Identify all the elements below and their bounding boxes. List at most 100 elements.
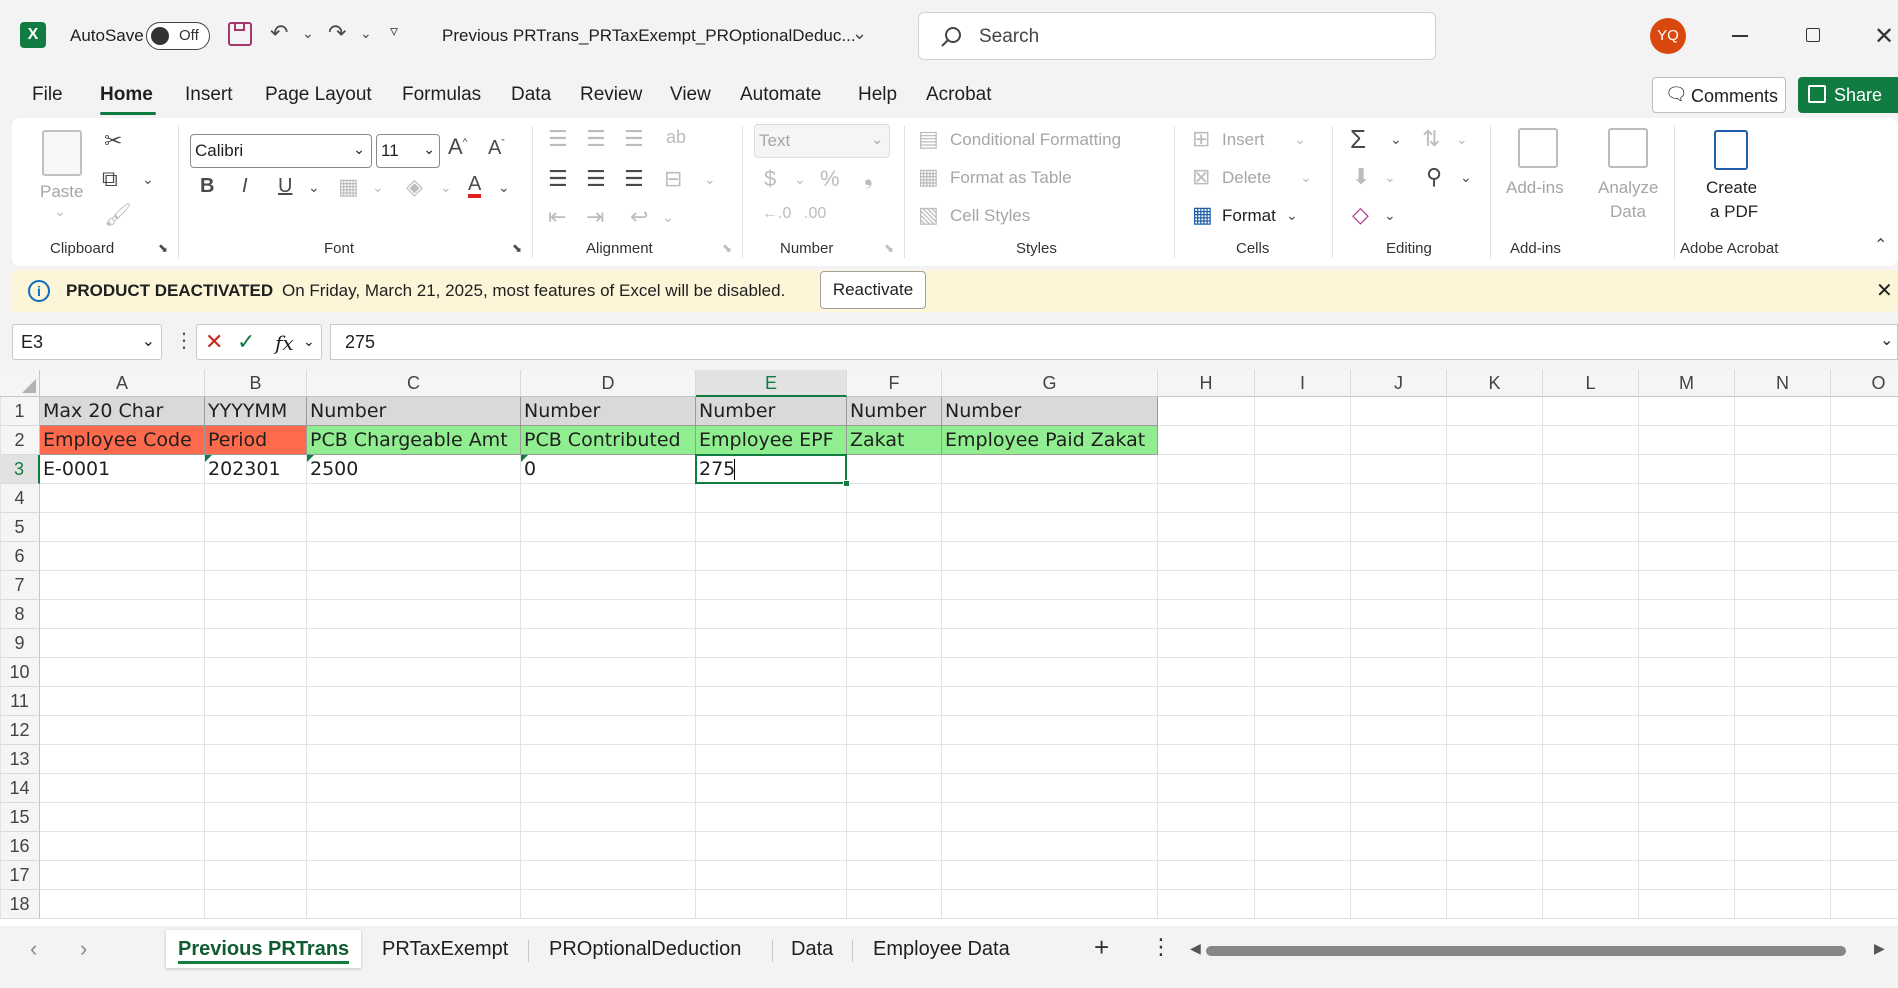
- currency-dropdown-icon[interactable]: ⌄: [794, 172, 806, 186]
- font-color-dropdown-icon[interactable]: ⌄: [498, 180, 510, 194]
- share-button[interactable]: Share: [1798, 77, 1898, 113]
- undo-dropdown-icon[interactable]: ⌄: [302, 26, 314, 40]
- clear-icon[interactable]: ◇: [1352, 204, 1369, 226]
- scroll-right-icon[interactable]: ▶: [1874, 940, 1885, 957]
- sort-dropdown-icon[interactable]: ⌄: [1456, 132, 1468, 146]
- decrease-indent-icon[interactable]: ⇤: [548, 206, 566, 228]
- format-as-table-button[interactable]: Format as Table: [950, 168, 1072, 188]
- fill-icon[interactable]: ⬇: [1352, 166, 1370, 188]
- row-header-13[interactable]: 13: [0, 745, 40, 774]
- increase-indent-icon[interactable]: ⇥: [586, 206, 604, 228]
- percent-icon[interactable]: %: [820, 168, 840, 190]
- redo-dropdown-icon[interactable]: ⌄: [360, 26, 372, 40]
- column-header-n[interactable]: N: [1735, 370, 1831, 397]
- row-header-16[interactable]: 16: [0, 832, 40, 861]
- copy-icon[interactable]: ⧉: [102, 168, 118, 190]
- align-middle-icon[interactable]: ☰: [586, 128, 606, 150]
- scroll-left-icon[interactable]: ◀: [1190, 940, 1201, 957]
- customize-toolbar-icon[interactable]: ▿: [390, 24, 398, 40]
- create-pdf-label-1[interactable]: Create: [1706, 178, 1757, 198]
- search-box[interactable]: Search: [918, 12, 1436, 60]
- column-header-g[interactable]: G: [942, 370, 1158, 397]
- row-header-7[interactable]: 7: [0, 571, 40, 600]
- cell-a1[interactable]: Max 20 Char: [40, 397, 205, 426]
- row-header-5[interactable]: 5: [0, 513, 40, 542]
- borders-icon[interactable]: ▦: [338, 176, 359, 198]
- select-all-corner[interactable]: [0, 370, 40, 397]
- user-avatar[interactable]: YQ: [1650, 18, 1686, 54]
- cell-b1[interactable]: YYYYMM: [205, 397, 307, 426]
- conditional-formatting-button[interactable]: Conditional Formatting: [950, 130, 1121, 150]
- align-bottom-icon[interactable]: ☰: [624, 128, 644, 150]
- restore-icon[interactable]: [1806, 28, 1820, 42]
- tab-home[interactable]: Home: [100, 84, 153, 106]
- row-header-6[interactable]: 6: [0, 542, 40, 571]
- expand-formula-icon[interactable]: ⌄: [1880, 330, 1893, 350]
- column-header-j[interactable]: J: [1351, 370, 1447, 397]
- format-cells-icon[interactable]: ▦: [1192, 204, 1213, 226]
- cell-a3[interactable]: E-0001: [40, 455, 205, 484]
- cell-c1[interactable]: Number: [307, 397, 521, 426]
- find-select-icon[interactable]: ⚲: [1426, 166, 1442, 188]
- underline-icon[interactable]: U: [278, 176, 292, 196]
- analyze-data-label-2[interactable]: Data: [1610, 202, 1646, 222]
- cell-e2[interactable]: Employee EPF: [696, 426, 847, 455]
- number-as-text-indicator[interactable]: [307, 455, 314, 462]
- align-center-icon[interactable]: ☰: [586, 168, 606, 190]
- find-dropdown-icon[interactable]: ⌄: [1460, 170, 1472, 184]
- increase-font-icon[interactable]: A^: [448, 136, 467, 158]
- title-dropdown-icon[interactable]: ⌄: [852, 24, 867, 42]
- row-header-12[interactable]: 12: [0, 716, 40, 745]
- cell-c2[interactable]: PCB Chargeable Amt: [307, 426, 521, 455]
- paste-dropdown-icon[interactable]: ⌄: [54, 204, 66, 218]
- tab-formulas[interactable]: Formulas: [402, 84, 481, 106]
- insert-cells-icon[interactable]: ⊞: [1192, 128, 1210, 150]
- decrease-font-icon[interactable]: Aˇ: [488, 138, 505, 158]
- copy-dropdown-icon[interactable]: ⌄: [142, 172, 154, 186]
- autosum-icon[interactable]: Σ: [1350, 126, 1366, 152]
- cell-b2[interactable]: Period: [205, 426, 307, 455]
- fill-color-icon[interactable]: ◈: [406, 176, 423, 198]
- column-header-b[interactable]: B: [205, 370, 307, 397]
- row-header-1[interactable]: 1: [0, 397, 40, 426]
- create-pdf-icon[interactable]: [1714, 130, 1748, 170]
- alignment-launcher-icon[interactable]: ⬊: [722, 242, 732, 254]
- tab-acrobat[interactable]: Acrobat: [926, 84, 991, 106]
- sheet-tab-proptionaldeduction[interactable]: PROptionalDeduction: [537, 930, 753, 968]
- fill-handle[interactable]: [843, 480, 850, 487]
- sheet-tab-prtaxexempt[interactable]: PRTaxExempt: [370, 930, 520, 968]
- scroll-tabs-left-icon[interactable]: ‹: [30, 936, 37, 962]
- autosum-dropdown-icon[interactable]: ⌄: [1390, 132, 1402, 146]
- formula-input[interactable]: 275: [330, 324, 1898, 360]
- bold-icon[interactable]: B: [200, 176, 214, 196]
- close-infobar-icon[interactable]: ✕: [1876, 278, 1893, 303]
- document-title[interactable]: Previous PRTrans_PRTaxExempt_PROptionalD…: [442, 26, 856, 46]
- wrap-text-icon[interactable]: ↩: [630, 206, 648, 228]
- cell-d1[interactable]: Number: [521, 397, 696, 426]
- more-options-icon[interactable]: ⋮: [174, 328, 194, 353]
- tab-view[interactable]: View: [670, 84, 711, 106]
- paste-label[interactable]: Paste: [40, 182, 83, 202]
- addins-button[interactable]: Add-ins: [1506, 178, 1564, 198]
- column-header-d[interactable]: D: [521, 370, 696, 397]
- clipboard-launcher-icon[interactable]: ⬊: [158, 242, 168, 254]
- wrap-dropdown-icon[interactable]: ⌄: [662, 210, 674, 224]
- fill-dropdown-icon[interactable]: ⌄: [440, 180, 452, 194]
- cell-styles-icon[interactable]: ▧: [918, 204, 939, 226]
- sort-filter-icon[interactable]: ⇅: [1422, 128, 1440, 150]
- tab-insert[interactable]: Insert: [185, 84, 233, 106]
- format-table-icon[interactable]: ▦: [918, 166, 939, 188]
- delete-dropdown-icon[interactable]: ⌄: [1300, 170, 1312, 184]
- tab-data[interactable]: Data: [511, 84, 551, 106]
- font-color-icon[interactable]: A: [468, 174, 482, 198]
- cell-d3[interactable]: 0: [521, 455, 696, 484]
- cut-icon[interactable]: ✂: [104, 130, 122, 152]
- number-format-select[interactable]: Text ⌄: [754, 124, 890, 158]
- cancel-icon[interactable]: ✕: [205, 329, 223, 355]
- column-header-l[interactable]: L: [1543, 370, 1639, 397]
- column-header-a[interactable]: A: [40, 370, 205, 397]
- insert-function-icon[interactable]: fx: [275, 331, 294, 355]
- column-header-e[interactable]: E: [696, 370, 847, 397]
- sheet-tab-data[interactable]: Data: [779, 930, 845, 968]
- column-header-h[interactable]: H: [1158, 370, 1255, 397]
